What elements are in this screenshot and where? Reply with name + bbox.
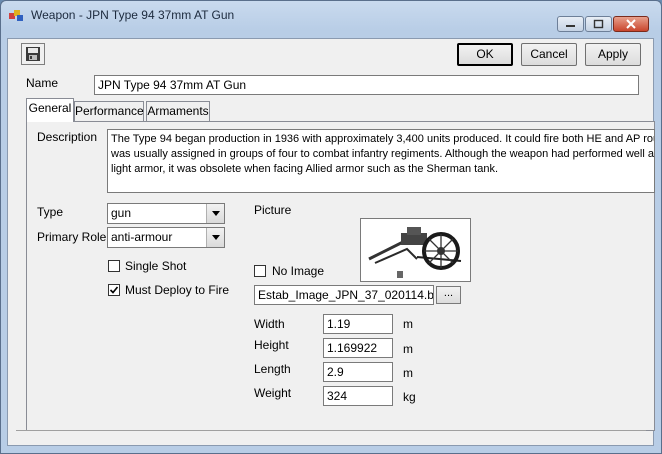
primary-role-label: Primary Role <box>37 230 107 244</box>
length-label: Length <box>254 362 291 376</box>
height-input[interactable]: 1.169922 <box>323 338 393 358</box>
ok-button[interactable]: OK <box>457 43 513 66</box>
window-title: Weapon - JPN Type 94 37mm AT Gun <box>31 8 235 22</box>
single-shot-label: Single Shot <box>125 259 187 273</box>
image-file-input[interactable]: Estab_Image_JPN_37_020114.bmp <box>254 285 434 305</box>
tab-general[interactable]: General <box>26 98 74 122</box>
at-gun-image <box>368 227 462 278</box>
minimize-button[interactable] <box>557 16 584 32</box>
save-icon <box>26 47 40 61</box>
apply-button[interactable]: Apply <box>585 43 641 66</box>
bottom-separator <box>16 430 646 431</box>
dropdown-arrow-icon[interactable] <box>206 228 224 247</box>
description-label: Description <box>37 130 98 144</box>
no-image-label: No Image <box>272 264 325 278</box>
single-shot-checkbox[interactable] <box>108 260 120 272</box>
length-unit: m <box>403 366 413 380</box>
width-label: Width <box>254 317 285 331</box>
length-input[interactable]: 2.9 <box>323 362 393 382</box>
weight-unit: kg <box>403 390 416 404</box>
name-label: Name <box>26 76 59 90</box>
must-deploy-checkbox[interactable] <box>108 284 120 296</box>
must-deploy-label: Must Deploy to Fire <box>125 283 230 297</box>
type-dropdown-value: gun <box>111 206 132 220</box>
type-label: Type <box>37 205 64 219</box>
primary-role-dropdown-value: anti-armour <box>111 230 173 244</box>
picture-label: Picture <box>254 203 292 217</box>
weight-input[interactable]: 324 <box>323 386 393 406</box>
description-line: was usually assigned in groups of four t… <box>111 148 655 160</box>
cancel-button[interactable]: Cancel <box>521 43 577 66</box>
height-unit: m <box>403 342 413 356</box>
browse-button[interactable]: ... <box>436 286 461 304</box>
save-toolbar-button[interactable] <box>21 43 45 65</box>
type-dropdown[interactable]: gun <box>107 203 225 224</box>
app-icon <box>9 10 23 21</box>
maximize-icon <box>593 19 604 29</box>
primary-role-dropdown[interactable]: anti-armour <box>107 227 225 248</box>
checkmark-icon <box>109 286 119 294</box>
close-icon <box>626 19 636 29</box>
weapon-picture <box>360 218 471 282</box>
no-image-checkbox[interactable] <box>254 265 266 277</box>
maximize-button[interactable] <box>585 16 612 32</box>
minimize-icon <box>566 25 575 27</box>
tab-performance[interactable]: Performance <box>74 101 144 121</box>
tab-armaments[interactable]: Armaments <box>146 101 210 121</box>
close-button[interactable] <box>613 16 649 32</box>
width-unit: m <box>403 317 413 331</box>
height-label: Height <box>254 338 289 352</box>
width-input[interactable]: 1.19 <box>323 314 393 334</box>
description-line: The Type 94 began production in 1936 wit… <box>111 133 655 145</box>
description-textarea[interactable]: The Type 94 began production in 1936 wit… <box>107 129 655 193</box>
description-line: light armor, it was obsolete when facing… <box>111 163 499 175</box>
name-input[interactable]: JPN Type 94 37mm AT Gun <box>94 75 639 95</box>
weight-label: Weight <box>254 386 292 400</box>
dropdown-arrow-icon[interactable] <box>206 204 224 223</box>
